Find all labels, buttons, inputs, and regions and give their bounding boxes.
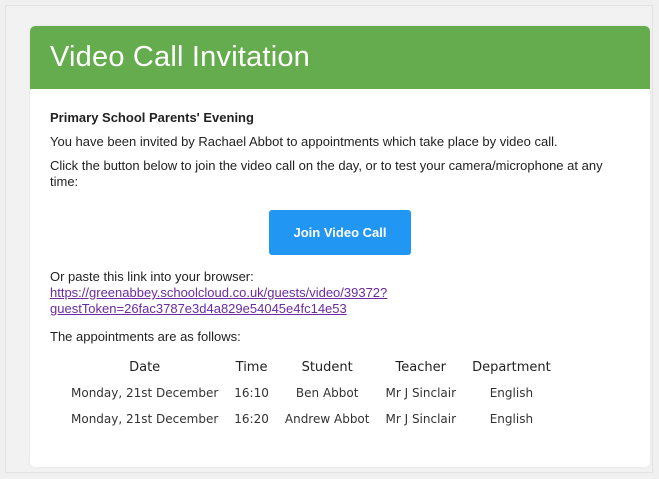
appointment-teacher: Mr J Sinclair bbox=[385, 412, 457, 426]
table-header-row: Date Time Student Teacher Department bbox=[63, 360, 559, 385]
appointment-department: English bbox=[489, 412, 534, 426]
video-call-link[interactable]: https://greenabbey.schoolcloud.co.uk/gue… bbox=[50, 285, 387, 316]
instructions-text: Click the button below to join the video… bbox=[50, 158, 603, 189]
event-name: Primary School Parents' Evening bbox=[50, 110, 254, 125]
invitation-title: Video Call Invitation bbox=[50, 41, 310, 73]
appointment-date: Monday, 21st December bbox=[71, 412, 219, 426]
join-video-call-button[interactable]: Join Video Call bbox=[269, 210, 411, 255]
appointment-teacher: Mr J Sinclair bbox=[385, 386, 457, 400]
invitation-header: Video Call Invitation bbox=[30, 26, 650, 89]
invitation-card: Video Call Invitation Primary School Par… bbox=[30, 26, 650, 467]
table-row: Monday, 21st December 16:10 Ben Abbot Mr… bbox=[63, 385, 559, 411]
link-block: Or paste this link into your browser: ht… bbox=[50, 269, 630, 317]
invite-text: You have been invited by Rachael Abbot t… bbox=[50, 134, 558, 149]
invitation-body: Primary School Parents' Evening You have… bbox=[30, 89, 650, 437]
appointments-table: Date Time Student Teacher Department Mon… bbox=[63, 360, 559, 437]
appointment-student: Andrew Abbot bbox=[284, 412, 370, 426]
column-header-time: Time bbox=[235, 360, 268, 375]
email-frame: Video Call Invitation Primary School Par… bbox=[5, 5, 653, 473]
column-header-department: Department bbox=[472, 360, 551, 375]
button-container: Join Video Call bbox=[50, 210, 630, 255]
video-call-link-line1: https://greenabbey.schoolcloud.co.uk/gue… bbox=[50, 285, 388, 300]
column-header-student: Student bbox=[301, 360, 353, 375]
appointment-date: Monday, 21st December bbox=[71, 386, 219, 400]
paste-link-text: Or paste this link into your browser: bbox=[50, 269, 254, 284]
appointment-department: English bbox=[489, 386, 534, 400]
appointment-time: 16:20 bbox=[234, 412, 269, 426]
video-call-link-line2: guestToken=26fac3787e3d4a829e54045e4fc14… bbox=[50, 301, 347, 316]
column-header-date: Date bbox=[129, 360, 161, 375]
appointment-time: 16:10 bbox=[234, 386, 269, 400]
table-row: Monday, 21st December 16:20 Andrew Abbot… bbox=[63, 411, 559, 437]
column-header-teacher: Teacher bbox=[395, 360, 446, 375]
appointments-intro: The appointments are as follows: bbox=[50, 329, 241, 344]
appointment-student: Ben Abbot bbox=[295, 386, 359, 400]
